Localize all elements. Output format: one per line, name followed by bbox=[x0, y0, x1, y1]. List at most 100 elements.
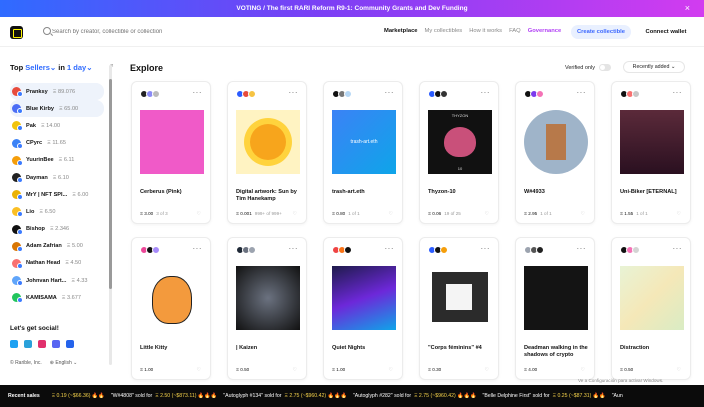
card-title[interactable]: Cerberus (Pink) bbox=[140, 189, 210, 196]
nft-card[interactable]: ··· W#4933 Ξ 2.95 1 of 1 ♡ bbox=[515, 81, 595, 224]
avatar[interactable] bbox=[344, 246, 352, 254]
sale-item[interactable]: Ξ 0.19 (~$66.36) 🔥🔥 bbox=[52, 393, 105, 399]
heart-icon[interactable]: ♡ bbox=[197, 211, 201, 217]
card-title[interactable]: | Kaizen bbox=[236, 345, 306, 352]
heart-icon[interactable]: ♡ bbox=[293, 367, 297, 373]
card-title[interactable]: Uni-Biker [ETERNAL] bbox=[620, 189, 690, 196]
telegram-icon[interactable] bbox=[24, 340, 32, 348]
nav-link[interactable]: My collectibles bbox=[425, 28, 463, 34]
card-title[interactable]: Distraction bbox=[620, 345, 690, 352]
heart-icon[interactable]: ♡ bbox=[485, 367, 489, 373]
sale-item[interactable]: "Autoglyph #134" sold for Ξ 2.75 (~$960.4… bbox=[223, 393, 347, 399]
sidebar-scroll-thumb[interactable] bbox=[109, 79, 112, 289]
language-select[interactable]: ⊕ English ⌄ bbox=[50, 360, 78, 366]
sale-item[interactable]: "Autoglyph #282" sold for Ξ 2.75 (~$960.4… bbox=[353, 393, 477, 399]
email-icon[interactable] bbox=[66, 340, 74, 348]
nft-card[interactable]: ··· Cerberus (Pink) Ξ 3.00 3 of 3 ♡ bbox=[131, 81, 211, 224]
nft-card[interactable]: ··· trash-art.eth trash-art.eth Ξ 0.80 1 of … bbox=[323, 81, 403, 224]
card-artwork[interactable] bbox=[236, 110, 300, 174]
card-artwork[interactable] bbox=[620, 110, 684, 174]
seller-item[interactable]: Blue Kirby Ξ 65.00 bbox=[10, 100, 104, 118]
create-collectible-button[interactable]: Create collectible bbox=[571, 25, 631, 39]
more-options-icon[interactable]: ··· bbox=[385, 88, 395, 97]
nft-card[interactable]: ··· THYZON 10 Thyzon-10 Ξ 0.06 19 of 25 ♡ bbox=[419, 81, 499, 224]
twitter-icon[interactable] bbox=[10, 340, 18, 348]
more-options-icon[interactable]: ··· bbox=[289, 88, 299, 97]
seller-item[interactable]: Nathan Head Ξ 4.50 bbox=[10, 255, 104, 272]
card-artwork[interactable] bbox=[236, 266, 300, 330]
avatar[interactable] bbox=[536, 246, 544, 254]
card-title[interactable]: Little Kitty bbox=[140, 345, 210, 352]
nft-card[interactable]: ··· | Kaizen Ξ 0.50 ♡ bbox=[227, 237, 307, 380]
card-title[interactable]: W#4933 bbox=[524, 189, 594, 196]
nft-card[interactable]: ··· Little Kitty Ξ 1.00 ♡ bbox=[131, 237, 211, 380]
seller-item[interactable]: Adam Zafrian Ξ 5.00 bbox=[10, 238, 104, 255]
card-title[interactable]: Quiet Nights bbox=[332, 345, 402, 352]
heart-icon[interactable]: ♡ bbox=[389, 211, 393, 217]
avatar[interactable] bbox=[344, 90, 352, 98]
more-options-icon[interactable]: ··· bbox=[193, 244, 203, 253]
sale-item[interactable]: "Belle Delphine First" sold for Ξ 0.25 (~… bbox=[483, 393, 606, 399]
card-title[interactable]: Thyzon-10 bbox=[428, 189, 498, 196]
heart-icon[interactable]: ♡ bbox=[485, 211, 489, 217]
avatar[interactable] bbox=[632, 246, 640, 254]
seller-item[interactable]: MrY | NFT SPI... Ξ 6.00 bbox=[10, 186, 104, 203]
nft-card[interactable]: ··· Deadman walking in the shadows of cry… bbox=[515, 237, 595, 380]
heart-icon[interactable]: ♡ bbox=[389, 367, 393, 373]
card-artwork[interactable]: trash-art.eth bbox=[332, 110, 396, 174]
heart-icon[interactable]: ♡ bbox=[293, 211, 297, 217]
seller-item[interactable]: CPyrc Ξ 11.65 bbox=[10, 135, 104, 152]
card-artwork[interactable] bbox=[524, 266, 588, 330]
card-artwork[interactable] bbox=[620, 266, 684, 330]
avatar[interactable] bbox=[248, 246, 256, 254]
card-title[interactable]: Deadman walking in the shadows of crypto bbox=[524, 345, 594, 359]
more-options-icon[interactable]: ··· bbox=[385, 244, 395, 253]
announcement-banner[interactable]: VOTING / The first RARI Reform R9-1: Com… bbox=[0, 0, 704, 17]
card-artwork[interactable]: THYZON 10 bbox=[428, 110, 492, 174]
more-options-icon[interactable]: ··· bbox=[577, 88, 587, 97]
card-title[interactable]: trash-art.eth bbox=[332, 189, 402, 196]
more-options-icon[interactable]: ··· bbox=[481, 88, 491, 97]
sort-dropdown[interactable]: Recently added ⌄ bbox=[623, 61, 685, 73]
heart-icon[interactable]: ♡ bbox=[677, 367, 681, 373]
nft-card[interactable]: ··· Distraction Ξ 0.50 ♡ bbox=[611, 237, 691, 380]
avatar[interactable] bbox=[152, 90, 160, 98]
card-artwork[interactable] bbox=[140, 110, 204, 174]
more-options-icon[interactable]: ··· bbox=[673, 244, 683, 253]
heart-icon[interactable]: ♡ bbox=[581, 367, 585, 373]
card-title[interactable]: "Corps féminins" #4 bbox=[428, 345, 498, 352]
avatar[interactable] bbox=[632, 90, 640, 98]
card-title[interactable]: Digital artwork: Sun by Tim Hanekamp bbox=[236, 189, 306, 203]
nft-card[interactable]: ··· Uni-Biker [ETERNAL] Ξ 1.55 1 of 1 ♡ bbox=[611, 81, 691, 224]
seller-item[interactable]: Bishop Ξ 2.346 bbox=[10, 221, 104, 238]
seller-item[interactable]: Dayman Ξ 6.10 bbox=[10, 169, 104, 186]
avatar[interactable] bbox=[440, 90, 448, 98]
seller-item[interactable]: Pranksy Ξ 89.076 bbox=[10, 83, 104, 101]
nav-link[interactable]: Governance bbox=[528, 28, 562, 34]
card-artwork[interactable] bbox=[140, 266, 204, 330]
more-options-icon[interactable]: ··· bbox=[289, 244, 299, 253]
instagram-icon[interactable] bbox=[38, 340, 46, 348]
avatar[interactable] bbox=[248, 90, 256, 98]
seller-item[interactable]: KAMISAMA Ξ 3.677 bbox=[10, 289, 104, 306]
close-icon[interactable]: × bbox=[685, 3, 690, 13]
rarible-logo-icon[interactable] bbox=[10, 26, 23, 39]
seller-item[interactable]: Johnvan Hart... Ξ 4.33 bbox=[10, 272, 104, 289]
card-artwork[interactable] bbox=[428, 266, 492, 330]
sellers-dropdown[interactable]: Sellers bbox=[25, 63, 50, 72]
card-artwork[interactable] bbox=[332, 266, 396, 330]
avatar[interactable] bbox=[536, 90, 544, 98]
more-options-icon[interactable]: ··· bbox=[673, 88, 683, 97]
period-dropdown[interactable]: 1 day bbox=[67, 63, 86, 72]
sale-item[interactable]: "Aun bbox=[612, 393, 623, 399]
nft-card[interactable]: ··· Quiet Nights Ξ 1.00 ♡ bbox=[323, 237, 403, 380]
heart-icon[interactable]: ♡ bbox=[581, 211, 585, 217]
seller-item[interactable]: Pak Ξ 14.00 bbox=[10, 117, 104, 134]
avatar[interactable] bbox=[440, 246, 448, 254]
card-artwork[interactable] bbox=[524, 110, 588, 174]
verified-only-filter[interactable]: Verified only bbox=[565, 64, 611, 71]
more-options-icon[interactable]: ··· bbox=[193, 88, 203, 97]
heart-icon[interactable]: ♡ bbox=[677, 211, 681, 217]
verified-toggle[interactable] bbox=[598, 64, 611, 71]
heart-icon[interactable]: ♡ bbox=[197, 367, 201, 373]
